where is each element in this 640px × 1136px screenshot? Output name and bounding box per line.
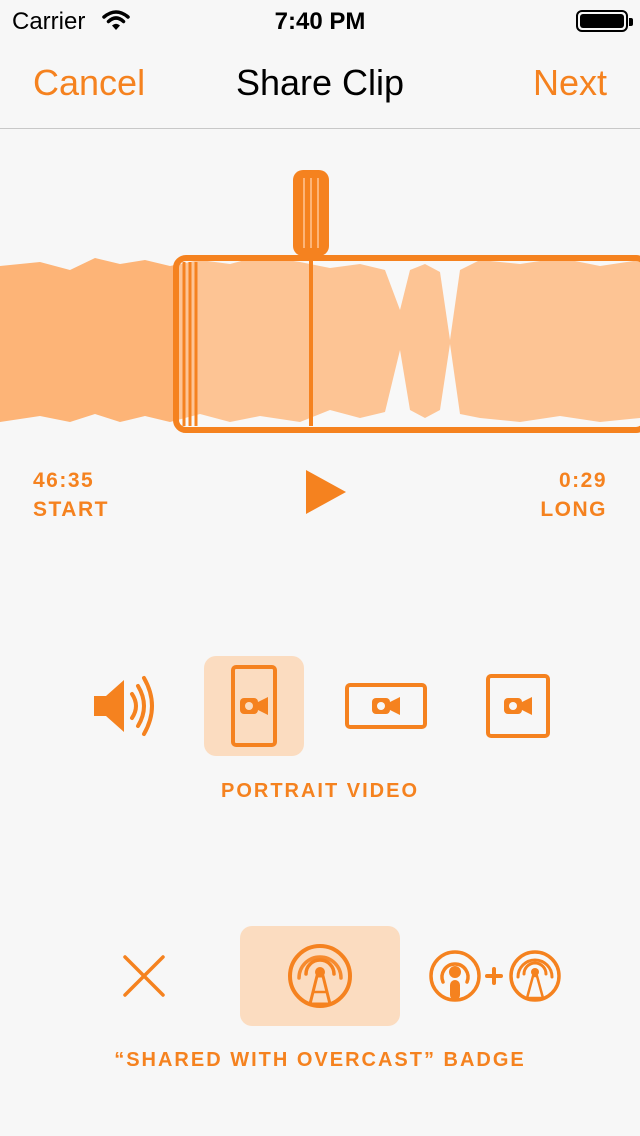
format-selected-label: PORTRAIT VIDEO bbox=[220, 780, 419, 802]
landscape-video-icon bbox=[345, 683, 427, 729]
landscape-video-button[interactable] bbox=[336, 656, 436, 756]
overcast-badge-button[interactable] bbox=[240, 926, 400, 1026]
plus-icon bbox=[485, 967, 503, 985]
no-badge-button[interactable] bbox=[94, 926, 194, 1026]
play-icon bbox=[306, 470, 346, 514]
status-bar: Carrier 7:40 PM bbox=[0, 0, 640, 40]
start-label: START bbox=[33, 498, 109, 521]
badge-selected-label: “SHARED WITH OVERCAST” BADGE bbox=[114, 1049, 526, 1071]
badge-selector bbox=[0, 926, 640, 1026]
playhead-knob bbox=[293, 170, 329, 256]
speaker-icon bbox=[94, 676, 154, 736]
next-button[interactable]: Next bbox=[533, 62, 607, 104]
overcast-logo-icon bbox=[288, 944, 352, 1008]
portrait-video-button[interactable] bbox=[204, 656, 304, 756]
clip-length: 0:29 LONG bbox=[540, 466, 607, 524]
podcasts-icon bbox=[429, 950, 481, 1002]
square-video-button[interactable] bbox=[468, 656, 568, 756]
length-label: LONG bbox=[540, 498, 607, 521]
start-time-value: 46:35 bbox=[33, 469, 95, 492]
square-video-icon bbox=[486, 674, 550, 738]
format-selector bbox=[0, 656, 640, 756]
battery-icon bbox=[576, 10, 633, 32]
navigation-bar: Cancel Share Clip Next bbox=[0, 40, 640, 129]
play-button[interactable] bbox=[300, 466, 352, 518]
audio-format-button[interactable] bbox=[74, 656, 174, 756]
overcast-logo-icon bbox=[509, 950, 561, 1002]
close-icon bbox=[123, 955, 165, 997]
waveform-scrubber[interactable] bbox=[0, 160, 640, 440]
podcasts-plus-overcast-badge-button[interactable] bbox=[428, 926, 564, 1026]
length-time-value: 0:29 bbox=[558, 469, 607, 492]
clip-start-time: 46:35 START bbox=[33, 466, 109, 524]
status-time: 7:40 PM bbox=[274, 8, 366, 35]
clip-selection-overlay bbox=[176, 258, 640, 430]
portrait-video-icon bbox=[231, 665, 277, 747]
